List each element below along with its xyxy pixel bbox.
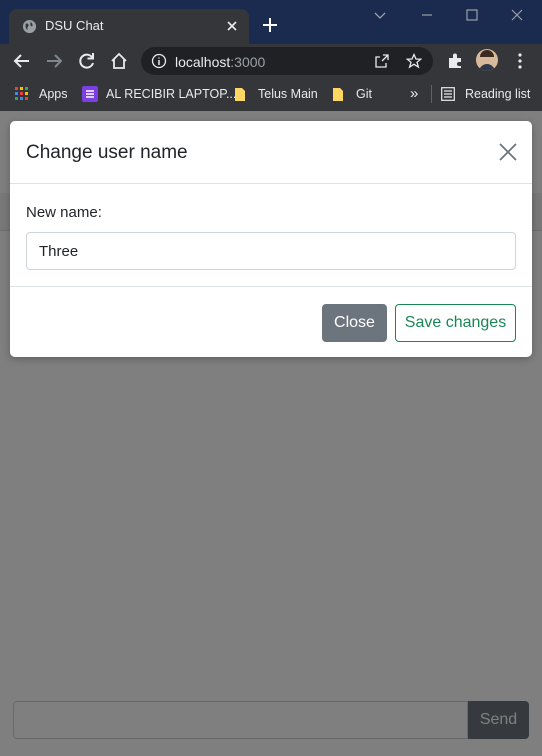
maximize-icon[interactable] <box>465 8 479 22</box>
bookmark-al-recibir-laptop[interactable]: AL RECIBIR LAPTOP... <box>82 85 236 103</box>
home-icon[interactable] <box>109 51 129 71</box>
more-bookmarks-chevron[interactable]: » <box>410 85 418 103</box>
forward-arrow-icon[interactable] <box>44 51 64 71</box>
extensions-icon[interactable] <box>445 51 465 71</box>
reload-icon[interactable] <box>77 51 97 71</box>
bookmarks-bar: Apps AL RECIBIR LAPTOP... Telus Main Git… <box>0 77 542 111</box>
reading-list-label: Reading list <box>465 87 531 101</box>
folder-icon <box>333 88 343 101</box>
window-close-icon[interactable] <box>510 8 524 22</box>
close-tab-icon[interactable] <box>223 17 241 35</box>
bookmark-telus-main[interactable]: Telus Main <box>234 85 324 103</box>
browser-toolbar: localhost:3000 <box>0 44 542 77</box>
change-user-name-modal: Change user name New name: Close Save ch… <box>10 121 532 357</box>
apps-grid-icon <box>15 87 28 100</box>
modal-title: Change user name <box>26 142 188 163</box>
new-name-input[interactable] <box>26 232 516 270</box>
bookmark-label: AL RECIBIR LAPTOP... <box>106 87 237 101</box>
tab-title: DSU Chat <box>45 18 104 33</box>
new-name-label: New name: <box>26 204 102 221</box>
reading-list-button[interactable]: Reading list <box>441 85 541 103</box>
browser-title-bar: DSU Chat <box>0 0 542 44</box>
folder-icon <box>235 88 245 101</box>
bookmark-apps[interactable]: Apps <box>15 85 71 103</box>
back-arrow-icon[interactable] <box>12 51 32 71</box>
new-tab-icon[interactable] <box>262 17 278 33</box>
close-button[interactable]: Close <box>322 304 387 342</box>
bookmarks-divider <box>431 85 432 103</box>
address-bar[interactable]: localhost:3000 <box>141 47 433 75</box>
bookmark-label: Git <box>356 87 372 101</box>
menu-kebab-icon[interactable] <box>510 51 530 71</box>
globe-icon <box>22 19 37 34</box>
modal-footer: Close Save changes <box>10 286 532 357</box>
url-text: localhost:3000 <box>175 54 266 70</box>
tab-search-icon[interactable] <box>373 8 387 22</box>
modal-header: Change user name <box>10 121 532 184</box>
star-icon[interactable] <box>406 53 422 69</box>
browser-tab[interactable]: DSU Chat <box>9 9 249 44</box>
site-info-icon[interactable] <box>151 53 167 69</box>
save-changes-button[interactable]: Save changes <box>395 304 516 342</box>
profile-avatar[interactable] <box>476 49 498 71</box>
reading-list-icon <box>441 87 455 101</box>
bookmark-label: Telus Main <box>258 87 318 101</box>
share-icon[interactable] <box>374 53 390 69</box>
bookmark-label: Apps <box>39 87 68 101</box>
bookmark-git[interactable]: Git <box>332 85 382 103</box>
list-icon <box>82 86 98 102</box>
close-icon[interactable] <box>498 142 518 162</box>
minimize-icon[interactable] <box>420 8 434 22</box>
